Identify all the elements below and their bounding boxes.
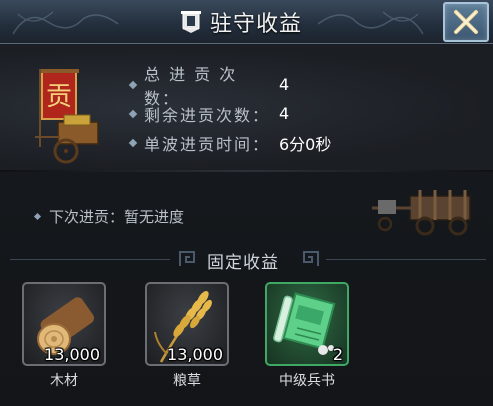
tribute-info-section: 贡 总 进 贡 次 数： 4 剩余进贡次数： 4 单波进贡时间： 6分0秒	[0, 45, 493, 170]
title-group: 驻守收益	[180, 6, 302, 38]
stat-label: 单波进贡时间：	[144, 134, 271, 154]
supply-cart-icon	[372, 190, 471, 236]
section-divider	[0, 170, 493, 172]
bullet-diamond-icon	[33, 212, 42, 221]
tribute-stats: 总 进 贡 次 数： 4 剩余进贡次数： 4 单波进贡时间： 6分0秒	[128, 65, 332, 157]
stat-wave-time: 单波进贡时间： 6分0秒	[128, 128, 332, 157]
close-x-icon	[454, 10, 478, 34]
stat-label: 剩余进贡次数：	[144, 105, 271, 125]
item-name: 粮草	[173, 373, 201, 389]
reward-item-grain[interactable]: 13,000 粮草	[145, 282, 229, 402]
next-tribute-label: 下次进贡：	[49, 208, 125, 226]
stat-value: 4	[279, 75, 290, 94]
item-frame: 13,000	[145, 282, 229, 366]
item-quantity: 2	[332, 345, 343, 364]
close-button[interactable]	[443, 2, 489, 42]
garrison-income-panel: 驻守收益 贡 总 进 贡 次 数： 4 剩余进贡次数： 4 单波进贡时间： 6分…	[0, 0, 493, 406]
stat-total-tributes: 总 进 贡 次 数： 4	[128, 65, 331, 108]
stat-remaining-tributes: 剩余进贡次数： 4	[128, 99, 331, 128]
next-tribute-value: 暂无进度	[124, 208, 185, 226]
fixed-income-title: 固定收益	[207, 253, 279, 273]
window-title: 驻守收益	[210, 12, 303, 37]
fixed-income-header: 固定收益	[0, 246, 493, 273]
header-line-left	[10, 259, 170, 260]
bullet-diamond-icon	[128, 109, 138, 118]
next-tribute-row: 下次进贡： 暂无进度	[33, 206, 185, 227]
reward-item-scroll[interactable]: 2 中级兵书	[265, 282, 349, 402]
item-quantity: 13,000	[167, 345, 223, 364]
cloud-pattern-right	[317, 11, 424, 35]
tribute-cart-icon: 贡	[35, 69, 99, 164]
banner-icon	[181, 11, 201, 33]
item-name: 木材	[50, 373, 78, 389]
header-line-right	[326, 259, 486, 260]
bullet-diamond-icon	[128, 138, 138, 147]
reward-item-wood[interactable]: 13,000 木材	[22, 282, 106, 402]
title-bar: 驻守收益	[0, 0, 493, 44]
item-frame: 13,000	[22, 282, 106, 366]
item-quantity: 13,000	[44, 345, 100, 364]
bullet-diamond-icon	[128, 80, 138, 89]
fret-ornament-left-icon	[179, 251, 195, 266]
item-frame: 2	[265, 282, 349, 366]
cloud-pattern-left	[12, 11, 119, 35]
stat-value: 4	[279, 104, 290, 123]
stat-value: 6分0秒	[279, 134, 332, 154]
item-name: 中级兵书	[279, 373, 335, 389]
tribute-badge-text: 贡	[46, 82, 72, 112]
fret-ornament-right-icon	[303, 251, 319, 266]
